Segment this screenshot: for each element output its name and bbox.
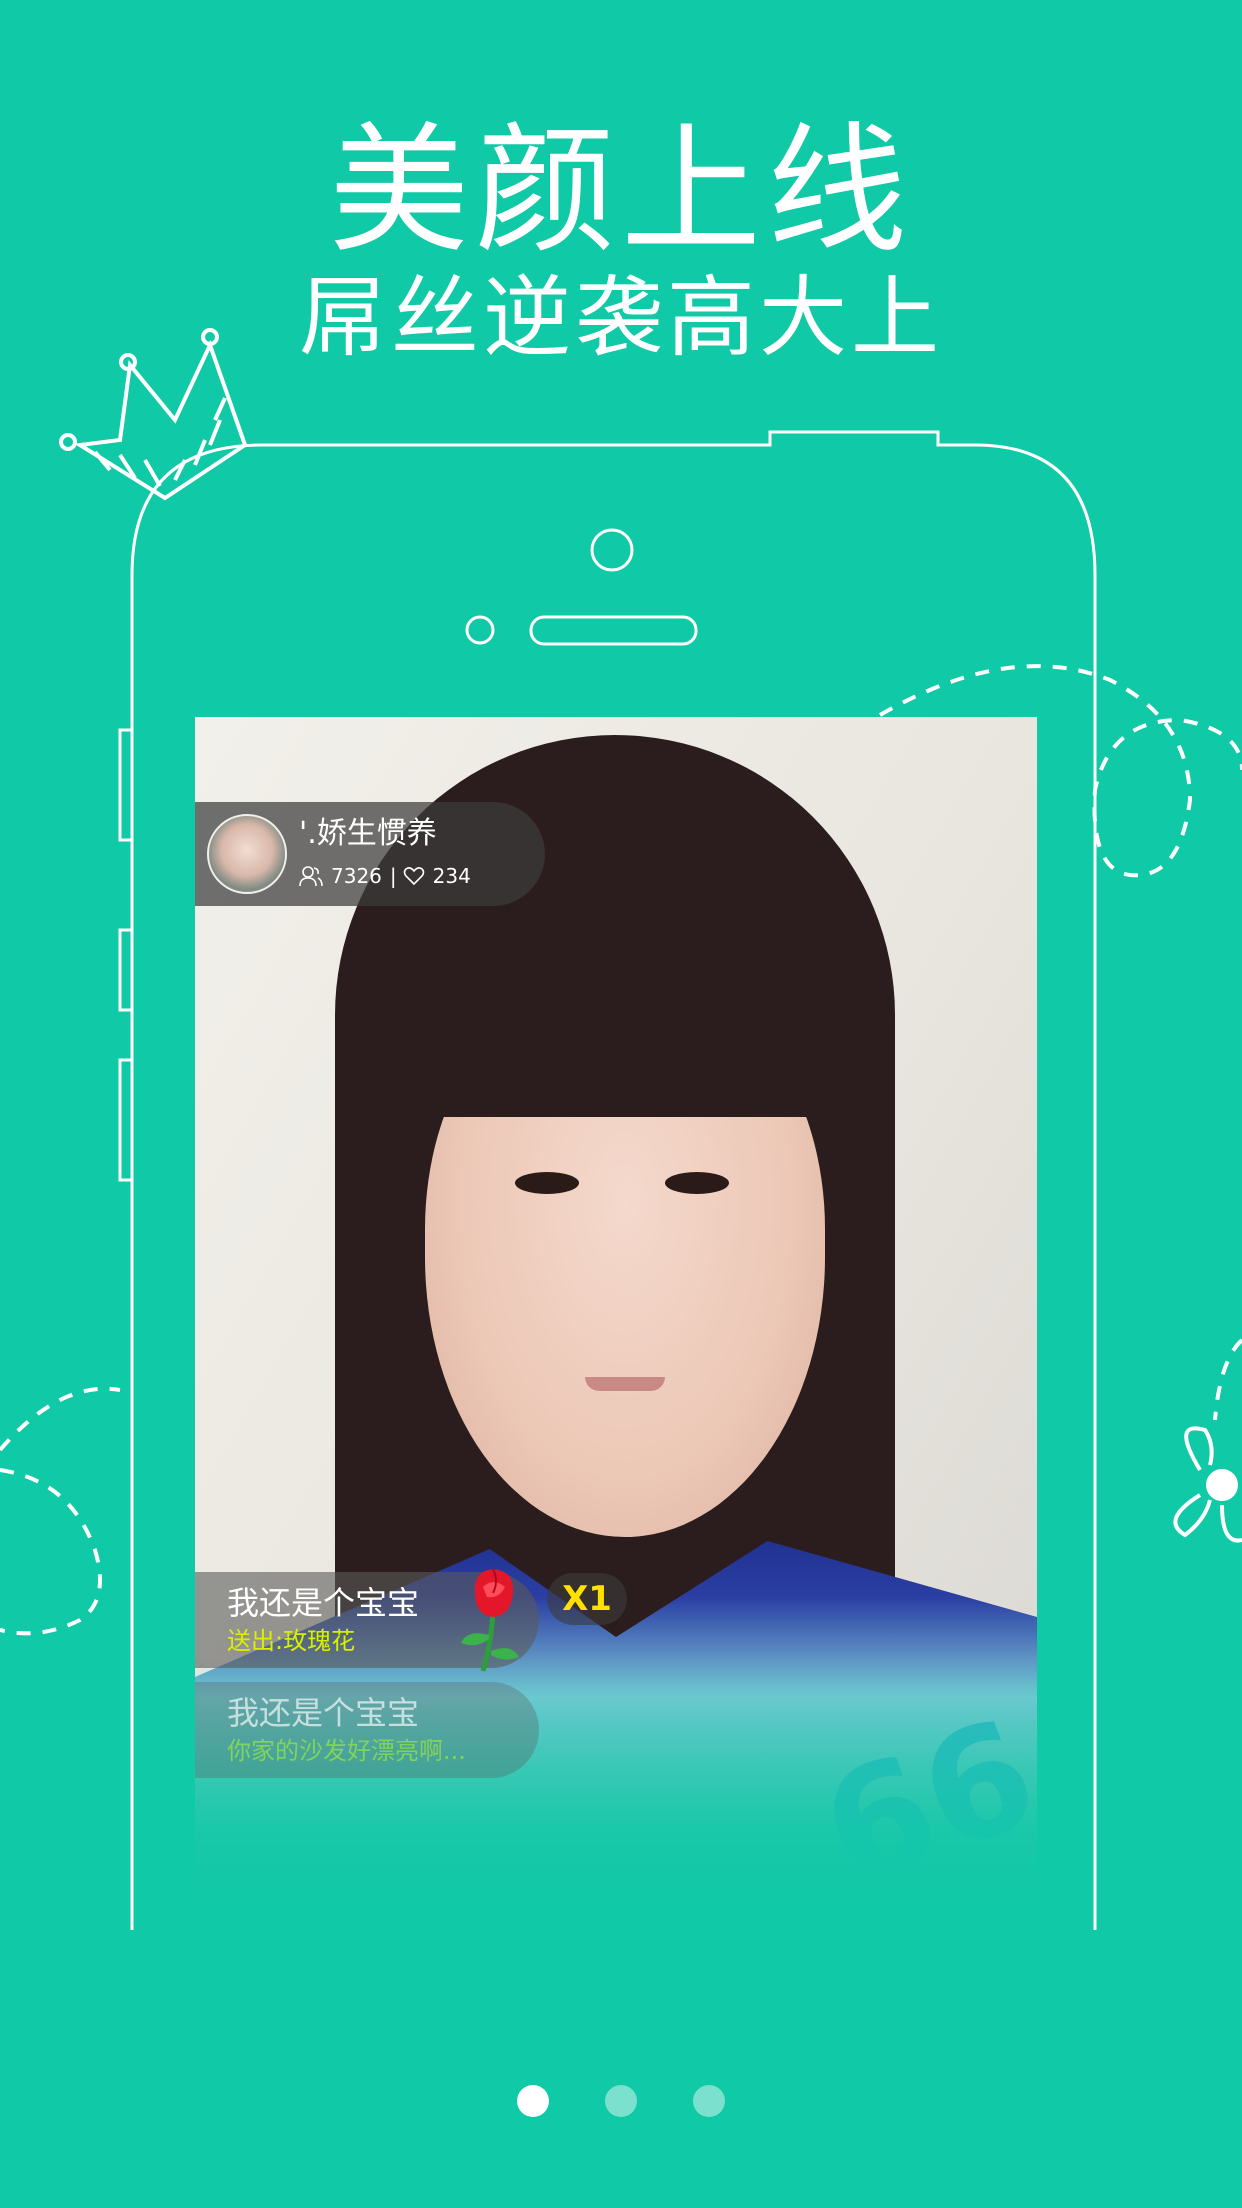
stat-divider: | xyxy=(389,864,397,888)
message-text: 你家的沙发好漂亮啊... xyxy=(227,1737,466,1765)
page-dot-2[interactable] xyxy=(605,2085,637,2117)
left-eye xyxy=(515,1172,579,1194)
avatar[interactable] xyxy=(207,814,287,894)
right-eye xyxy=(665,1172,729,1194)
viewer-count: 7326 xyxy=(331,864,382,888)
heart-icon xyxy=(403,867,424,886)
live-stream-preview: 66 '.娇生惯养 7326 | 234 我还是个宝宝 送出:玫瑰花 我还是个宝… xyxy=(195,717,1037,1917)
message-username: 我还是个宝宝 xyxy=(227,1584,420,1622)
streamer-info-pill[interactable]: '.娇生惯养 7326 | 234 xyxy=(195,802,545,906)
message-username: 我还是个宝宝 xyxy=(227,1694,420,1732)
mouth xyxy=(585,1377,665,1391)
users-icon xyxy=(299,866,323,887)
streamer-name: '.娇生惯养 xyxy=(299,816,437,851)
page-dot-3[interactable] xyxy=(693,2085,725,2117)
crown-icon xyxy=(59,328,248,501)
gift-count-badge: X1 xyxy=(547,1573,627,1625)
rose-icon xyxy=(461,1568,519,1672)
page-indicator[interactable] xyxy=(0,2085,1242,2117)
stream-stats: 7326 | 234 xyxy=(299,862,471,890)
flower-doodle xyxy=(1173,1426,1242,1543)
chat-message: 我还是个宝宝 你家的沙发好漂亮啊... xyxy=(195,1682,539,1778)
page-dot-1[interactable] xyxy=(517,2085,549,2117)
like-count: 234 xyxy=(432,864,471,888)
message-text: 送出:玫瑰花 xyxy=(227,1627,356,1655)
